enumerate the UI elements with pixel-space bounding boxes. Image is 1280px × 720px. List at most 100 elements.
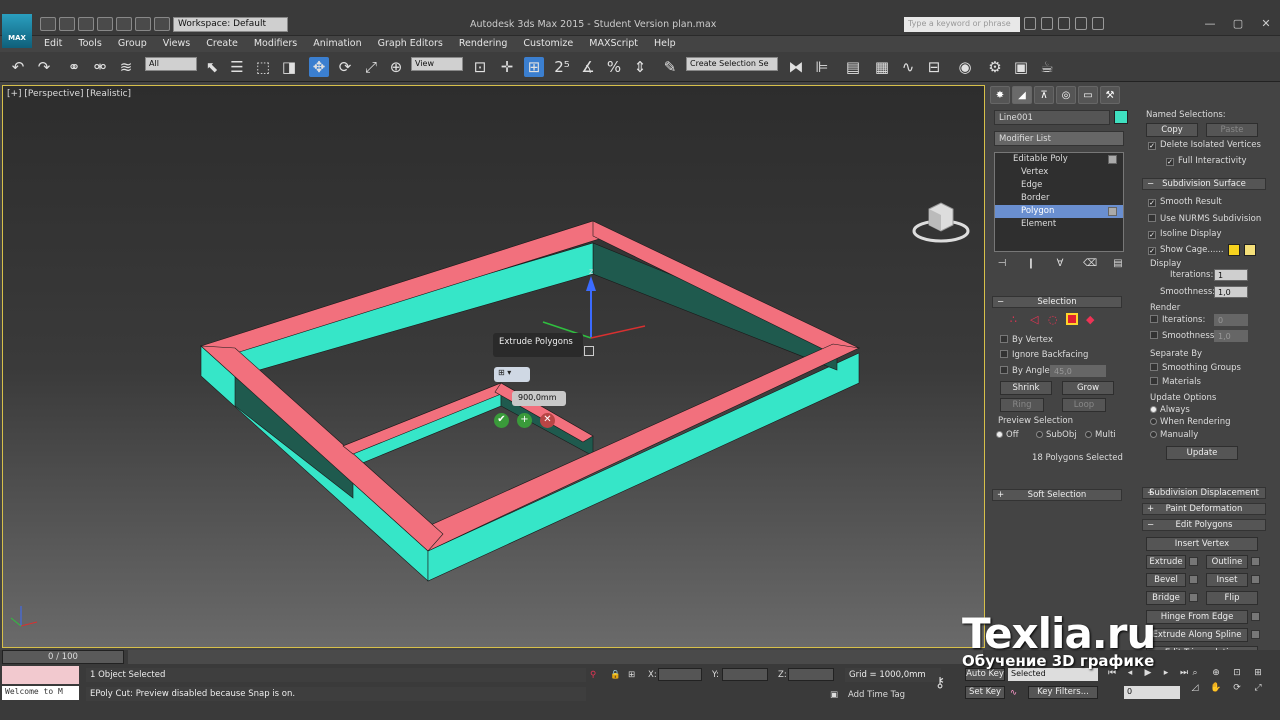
caddy-settings-icon[interactable]: [584, 346, 594, 356]
viewport-label-menu[interactable]: [+] [Perspective] [Realistic]: [7, 89, 131, 99]
menu-customize[interactable]: Customize: [515, 37, 581, 51]
modifier-stack[interactable]: Editable Poly Vertex Edge Border Polygon Elem…: [994, 152, 1124, 252]
link-icon[interactable]: ⚭: [64, 57, 84, 77]
cage-color-1-swatch[interactable]: [1228, 244, 1240, 256]
insert-vertex-button[interactable]: Insert Vertex: [1146, 537, 1258, 551]
edit-polygons-rollout-header[interactable]: − Edit Polygons: [1142, 519, 1266, 531]
menu-views[interactable]: Views: [155, 37, 199, 51]
render-production-icon[interactable]: ☕: [1037, 57, 1057, 77]
modifier-list-dropdown[interactable]: Modifier List: [994, 131, 1124, 146]
keyboard-shortcut-override-icon[interactable]: ⊞: [524, 57, 544, 77]
current-frame-field[interactable]: 0: [1124, 686, 1180, 699]
subscription-icon[interactable]: [1041, 17, 1053, 30]
motion-tab-icon[interactable]: ◎: [1056, 86, 1076, 104]
show-cage-checkbox[interactable]: ✓ Show Cage......: [1148, 245, 1224, 255]
angle-snap-icon[interactable]: ∡: [578, 57, 598, 77]
hinge-settings-icon[interactable]: [1251, 612, 1260, 621]
named-selection-sets-dropdown[interactable]: Create Selection Se: [686, 57, 778, 71]
communication-icon[interactable]: [1058, 17, 1070, 30]
hierarchy-tab-icon[interactable]: ⊼: [1034, 86, 1054, 104]
paste-button[interactable]: Paste: [1206, 123, 1258, 137]
bind-space-warp-icon[interactable]: ≋: [116, 57, 136, 77]
redo-dropdown-icon[interactable]: [154, 17, 170, 31]
redo-icon[interactable]: [135, 17, 151, 31]
menu-maxscript[interactable]: MAXScript: [581, 37, 646, 51]
pivot-center-icon[interactable]: ⊡: [470, 57, 490, 77]
perspective-viewport[interactable]: z [+] [Perspective] [Realistic]: [2, 85, 985, 648]
x-coord-field[interactable]: [658, 668, 702, 681]
full-interactivity-checkbox[interactable]: ✓ Full Interactivity: [1166, 156, 1247, 166]
bevel-button[interactable]: Bevel: [1146, 573, 1186, 587]
extrude-settings-icon[interactable]: [1189, 557, 1198, 566]
maximize-viewport-icon[interactable]: ⤢: [1251, 683, 1265, 695]
object-color-swatch[interactable]: [1114, 110, 1128, 124]
bevel-settings-icon[interactable]: [1189, 575, 1198, 584]
save-icon[interactable]: [78, 17, 94, 31]
undo-icon[interactable]: [97, 17, 113, 31]
next-frame-icon[interactable]: ▸: [1159, 668, 1173, 680]
gizmo-x-axis[interactable]: [590, 325, 646, 339]
utilities-tab-icon[interactable]: ⚒: [1100, 86, 1120, 104]
use-nurms-checkbox[interactable]: Use NURMS Subdivision: [1148, 214, 1261, 224]
ring-button[interactable]: Ring: [1000, 398, 1044, 412]
extrude-along-spline-button[interactable]: Extrude Along Spline: [1146, 628, 1248, 642]
z-coord-field[interactable]: [788, 668, 834, 681]
menu-edit[interactable]: Edit: [36, 37, 70, 51]
workspace-dropdown[interactable]: Workspace: Default: [173, 17, 288, 32]
bridge-button[interactable]: Bridge: [1146, 591, 1186, 605]
outline-button[interactable]: Outline: [1206, 555, 1248, 569]
select-object-icon[interactable]: ⬉: [202, 57, 222, 77]
undo-icon[interactable]: ↶: [8, 57, 28, 77]
always-radio[interactable]: Always: [1150, 405, 1190, 415]
shrink-button[interactable]: Shrink: [1000, 381, 1052, 395]
soft-selection-rollout-header[interactable]: + Soft Selection: [992, 489, 1122, 501]
stack-item-vertex[interactable]: Vertex: [995, 166, 1123, 179]
stack-item-border[interactable]: Border: [995, 192, 1123, 205]
modify-tab-icon[interactable]: ◢: [1012, 86, 1032, 104]
maxscript-listener-field[interactable]: Welcome to M: [2, 686, 79, 700]
menu-help[interactable]: Help: [646, 37, 684, 51]
menu-animation[interactable]: Animation: [305, 37, 369, 51]
set-key-icon[interactable]: ⚷: [935, 675, 945, 691]
menu-tools[interactable]: Tools: [70, 37, 109, 51]
render-setup-icon[interactable]: ⚙: [985, 57, 1005, 77]
show-end-result-icon[interactable]: ❙: [1025, 258, 1037, 270]
search-input[interactable]: Type a keyword or phrase: [904, 17, 1020, 32]
selection-lock-icon[interactable]: 🔒: [610, 670, 621, 680]
extrude-spline-settings-icon[interactable]: [1251, 630, 1260, 639]
place-icon[interactable]: ⊕: [386, 57, 406, 77]
make-unique-icon[interactable]: ∀: [1054, 258, 1066, 270]
rectangular-selection-icon[interactable]: ⬚: [253, 57, 273, 77]
field-of-view-icon[interactable]: ◿: [1188, 683, 1202, 695]
track-bar[interactable]: [128, 650, 983, 664]
select-and-rotate-icon[interactable]: ⟳: [335, 57, 355, 77]
zoom-extents-icon[interactable]: ⊡: [1230, 668, 1244, 680]
angle-spinner[interactable]: 45,0: [1050, 365, 1106, 377]
mirror-icon[interactable]: ⧓: [786, 57, 806, 77]
create-tab-icon[interactable]: ✸: [990, 86, 1010, 104]
caddy-cancel-icon[interactable]: ✕: [540, 413, 555, 428]
display-smoothness-spinner[interactable]: 1,0: [1214, 286, 1248, 298]
when-rendering-radio[interactable]: When Rendering: [1150, 417, 1231, 427]
undo-dropdown-icon[interactable]: [116, 17, 132, 31]
render-iterations-spinner[interactable]: 0: [1214, 314, 1248, 326]
subdivision-surface-rollout-header[interactable]: − Subdivision Surface: [1142, 178, 1266, 190]
select-and-move-icon[interactable]: ✥: [309, 57, 329, 77]
element-level-icon[interactable]: ◆: [1086, 313, 1094, 326]
viewcube[interactable]: [911, 193, 971, 245]
app-logo-button[interactable]: MAX: [2, 14, 32, 48]
by-angle-checkbox[interactable]: By Angle:: [1000, 366, 1053, 376]
caddy-group-dropdown[interactable]: ⊞ ▾: [494, 367, 530, 382]
display-tab-icon[interactable]: ▭: [1078, 86, 1098, 104]
reference-coordinate-dropdown[interactable]: View: [411, 57, 463, 71]
set-key-button[interactable]: Set Key: [965, 686, 1005, 699]
selection-filter-dropdown[interactable]: All: [145, 57, 197, 71]
materials-checkbox[interactable]: Materials: [1150, 377, 1201, 387]
absolute-mode-icon[interactable]: ⊞: [628, 670, 635, 680]
pin-stack-icon[interactable]: ⊣: [996, 258, 1008, 270]
select-manipulate-icon[interactable]: ✛: [497, 57, 517, 77]
caddy-ok-icon[interactable]: ✔: [494, 413, 509, 428]
maximize-icon[interactable]: ▢: [1228, 17, 1248, 31]
paint-deformation-rollout-header[interactable]: + Paint Deformation: [1142, 503, 1266, 515]
open-file-icon[interactable]: [59, 17, 75, 31]
